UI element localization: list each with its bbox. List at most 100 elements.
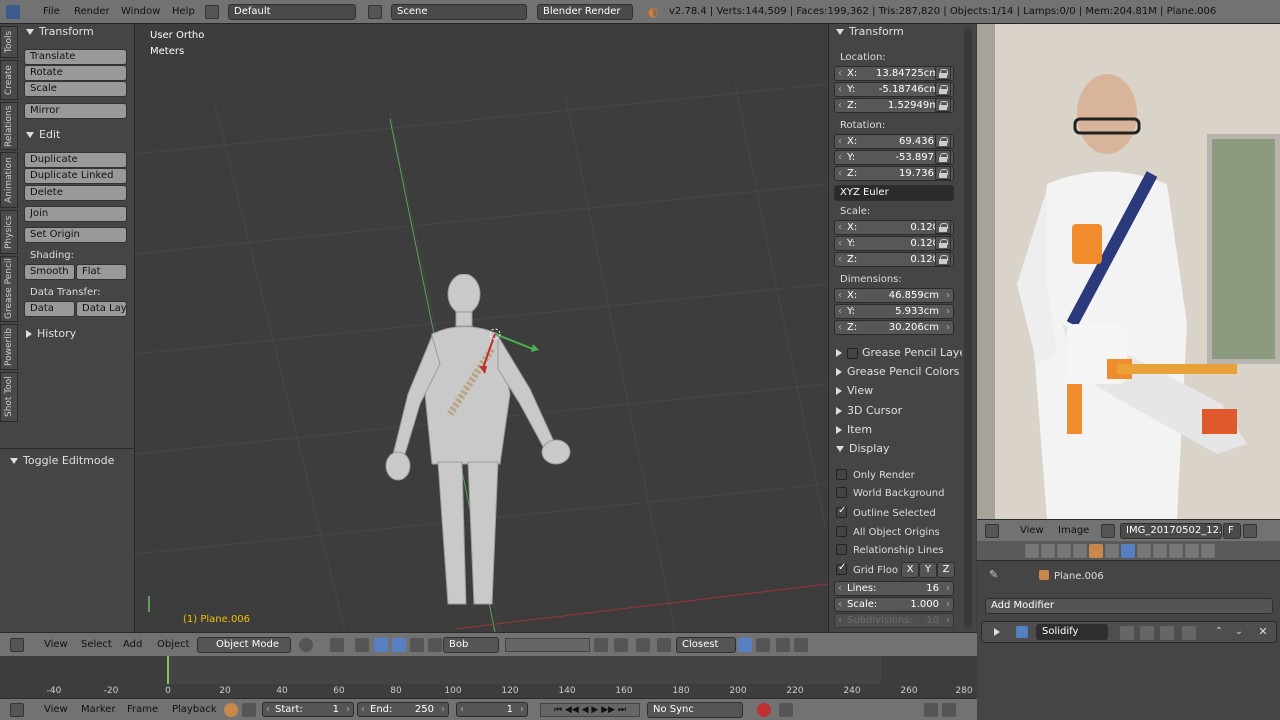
scene-icon[interactable] — [368, 5, 382, 19]
panel-history-header[interactable]: History — [26, 325, 76, 343]
delete-button[interactable]: Delete — [24, 185, 127, 201]
render-tab-icon[interactable] — [1025, 544, 1039, 558]
view-menu[interactable]: View — [44, 639, 68, 650]
move-up-icon[interactable]: ⌃ — [1212, 626, 1226, 640]
join-button[interactable]: Join — [24, 206, 127, 222]
image-menu[interactable]: Image — [1058, 525, 1089, 536]
viewport-eye-icon[interactable] — [1140, 626, 1154, 640]
start-frame-field[interactable]: Start:1 — [262, 702, 354, 717]
panel-item[interactable]: Item — [836, 421, 872, 439]
outline-selected-checkbox[interactable] — [836, 505, 847, 518]
lock-icon[interactable] — [935, 98, 951, 112]
panel-grease-pencil-colors[interactable]: Grease Pencil Colors — [836, 363, 959, 381]
timeline[interactable] — [0, 656, 977, 698]
lock-range-icon[interactable] — [242, 703, 256, 717]
close-icon[interactable]: ✕ — [1256, 625, 1270, 639]
new-image-icon[interactable] — [1243, 524, 1257, 538]
all-object-origins-checkbox[interactable] — [836, 526, 847, 537]
editmode-toggle-icon[interactable] — [1160, 626, 1174, 640]
scale-button[interactable]: Scale — [24, 81, 127, 97]
material-tab-icon[interactable] — [1153, 544, 1167, 558]
layer-buttons[interactable] — [505, 638, 590, 652]
grid-floor-checkbox[interactable] — [836, 562, 847, 575]
grease-pencil-checkbox[interactable] — [847, 347, 858, 359]
data-tab-icon[interactable] — [1137, 544, 1151, 558]
smooth-button[interactable]: Smooth — [24, 264, 75, 280]
orientation-icon[interactable] — [428, 638, 442, 652]
current-frame-field[interactable]: 1 — [456, 702, 528, 717]
menu-window[interactable]: Window — [121, 6, 160, 17]
image-name-field[interactable]: IMG_20170502_12... — [1120, 523, 1222, 539]
screen-layout-icon[interactable] — [205, 5, 219, 19]
sync-mode-select[interactable]: No Sync — [647, 702, 743, 718]
rotate-manipulator-icon[interactable] — [392, 638, 406, 652]
dimensions-y-field[interactable]: Y:5.933cm — [834, 304, 954, 319]
panel-edit-header[interactable]: Edit — [26, 126, 60, 144]
select-menu[interactable]: Select — [81, 639, 112, 650]
screen-layout-field[interactable]: Default — [228, 4, 356, 20]
editor-type-icon[interactable] — [10, 638, 24, 652]
tab-tools[interactable]: Tools — [0, 26, 18, 58]
keyframe-insert-icon[interactable] — [924, 703, 938, 717]
grid-scale-field[interactable]: Scale:1.000 — [834, 597, 954, 612]
world-tab-icon[interactable] — [1073, 544, 1087, 558]
menu-file[interactable]: File — [43, 6, 60, 17]
modifier-name-field[interactable]: Solidify — [1036, 624, 1108, 640]
keyframe-delete-icon[interactable] — [942, 703, 956, 717]
translate-manipulator-icon[interactable] — [374, 638, 388, 652]
panel-toggle-editmode[interactable]: Toggle Editmode — [10, 452, 114, 470]
relationship-lines-checkbox[interactable] — [836, 544, 847, 555]
particles-tab-icon[interactable] — [1185, 544, 1199, 558]
mirror-button[interactable]: Mirror — [24, 103, 127, 119]
record-icon[interactable] — [757, 703, 771, 717]
only-render-checkbox[interactable] — [836, 469, 847, 480]
render-toggle-icon[interactable] — [1120, 626, 1134, 640]
lock-icon[interactable] — [935, 166, 951, 180]
reference-photo[interactable] — [977, 24, 1280, 519]
editor-type-icon[interactable] — [985, 524, 999, 538]
scale-manipulator-icon[interactable] — [410, 638, 424, 652]
playback-menu[interactable]: Playback — [172, 704, 217, 715]
lock-icon[interactable] — [935, 150, 951, 164]
editor-type-icon[interactable] — [10, 703, 24, 717]
snap-target-icon[interactable] — [738, 638, 752, 652]
panel-3d-cursor[interactable]: 3D Cursor — [836, 402, 902, 420]
data-button[interactable]: Data — [24, 301, 75, 317]
preview-range-icon[interactable] — [224, 703, 238, 717]
duplicate-linked-button[interactable]: Duplicate Linked — [24, 168, 127, 184]
tab-grease-pencil[interactable]: Grease Pencil — [0, 256, 18, 322]
object-tab-icon[interactable] — [1089, 544, 1103, 558]
pivot-icon[interactable] — [330, 638, 344, 652]
grid-axis-x-toggle[interactable]: X — [901, 562, 919, 578]
set-origin-select[interactable]: Set Origin — [24, 227, 127, 243]
shading-mode-icon[interactable] — [299, 638, 313, 652]
layers-tab-icon[interactable] — [1041, 544, 1055, 558]
snap-icon[interactable] — [657, 638, 671, 652]
lock-icon[interactable] — [935, 134, 951, 148]
lock-icon[interactable] — [935, 66, 951, 80]
solidify-modifier[interactable]: Solidify ⌃ ⌄ ✕ — [981, 621, 1277, 643]
data-layout-button[interactable]: Data Layo — [76, 301, 127, 317]
panel-display[interactable]: Display — [836, 440, 890, 458]
flat-button[interactable]: Flat — [76, 264, 127, 280]
snap-mode-select[interactable]: Closest — [676, 637, 736, 653]
tab-animation[interactable]: Animation — [0, 152, 18, 208]
move-down-icon[interactable]: ⌄ — [1232, 626, 1246, 640]
camera-icon[interactable] — [794, 638, 808, 652]
manipulator-icon[interactable] — [355, 638, 369, 652]
opengl-anim-icon[interactable] — [776, 638, 790, 652]
panel-transform-props-header[interactable]: Transform — [836, 23, 904, 41]
dimensions-z-field[interactable]: Z:30.206cm — [834, 320, 954, 335]
tab-physics[interactable]: Physics — [0, 210, 18, 254]
lock-icon[interactable] — [935, 236, 951, 250]
transform-gizmo[interactable] — [475, 324, 545, 384]
image-browse-icon[interactable] — [1101, 524, 1115, 538]
tab-create[interactable]: Create — [0, 60, 18, 100]
pin-icon[interactable]: ✎ — [989, 568, 1003, 582]
blender-info-icon[interactable] — [6, 5, 20, 19]
fake-user-button[interactable]: F — [1223, 523, 1241, 539]
scene-field[interactable]: Scene — [391, 4, 527, 20]
frame-menu[interactable]: Frame — [127, 704, 158, 715]
grid-axis-z-toggle[interactable]: Z — [937, 562, 955, 578]
texture-tab-icon[interactable] — [1169, 544, 1183, 558]
